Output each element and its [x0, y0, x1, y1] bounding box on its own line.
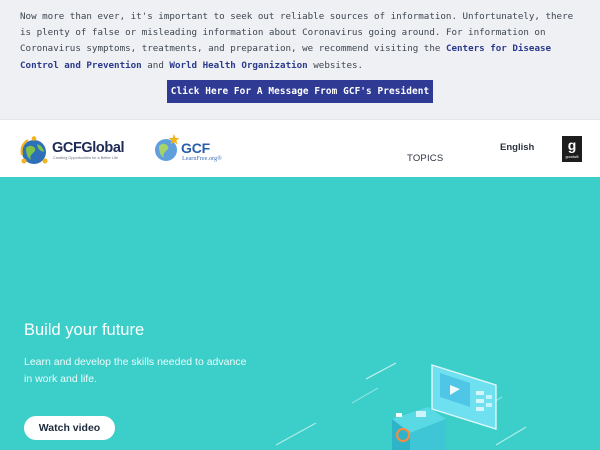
topics-menu[interactable]: TOPICS	[407, 153, 443, 164]
notice-text: Now more than ever, it's important to se…	[20, 9, 582, 74]
hero-subtitle: Learn and develop the skills needed to a…	[24, 356, 247, 385]
gcflearnfree-logo[interactable]: GCF LearnFree.org®	[152, 131, 236, 165]
who-link[interactable]: World Health Organization	[169, 60, 307, 71]
gcflearnfree-globe-icon	[155, 134, 180, 161]
notice-text-part-2: and	[147, 59, 164, 71]
site-header: GCFGlobal Creating Opportunities for a B…	[0, 119, 600, 177]
hero-section: Build your future Learn and develop the …	[0, 177, 600, 450]
gcfglobal-logo[interactable]: GCFGlobal Creating Opportunities for a B…	[18, 135, 130, 167]
watch-video-button[interactable]: Watch video	[24, 416, 115, 440]
goodwill-wordmark: goodwill	[565, 155, 579, 159]
coronavirus-notice-banner: Now more than ever, it's important to se…	[0, 0, 600, 119]
gcfglobal-logo-text: GCFGlobal	[52, 140, 125, 156]
gcfglobal-tagline: Creating Opportunities for a Better Life	[53, 156, 119, 160]
language-selector[interactable]: English	[500, 142, 534, 153]
gcfglobal-globe-icon	[20, 136, 48, 164]
gcflearnfree-logo-text: GCF	[181, 140, 210, 156]
device-cube-icon	[392, 407, 446, 450]
hero-illustration	[275, 362, 527, 450]
gcflearnfree-sub-text: LearnFree.org®	[182, 155, 222, 162]
notice-text-part-3: websites.	[313, 59, 364, 71]
goodwill-logo[interactable]: g goodwill	[562, 136, 582, 162]
hero-title: Build your future	[24, 321, 145, 339]
president-message-button[interactable]: Click Here For A Message From GCF's Pres…	[167, 80, 433, 103]
goodwill-icon: g	[567, 137, 577, 153]
